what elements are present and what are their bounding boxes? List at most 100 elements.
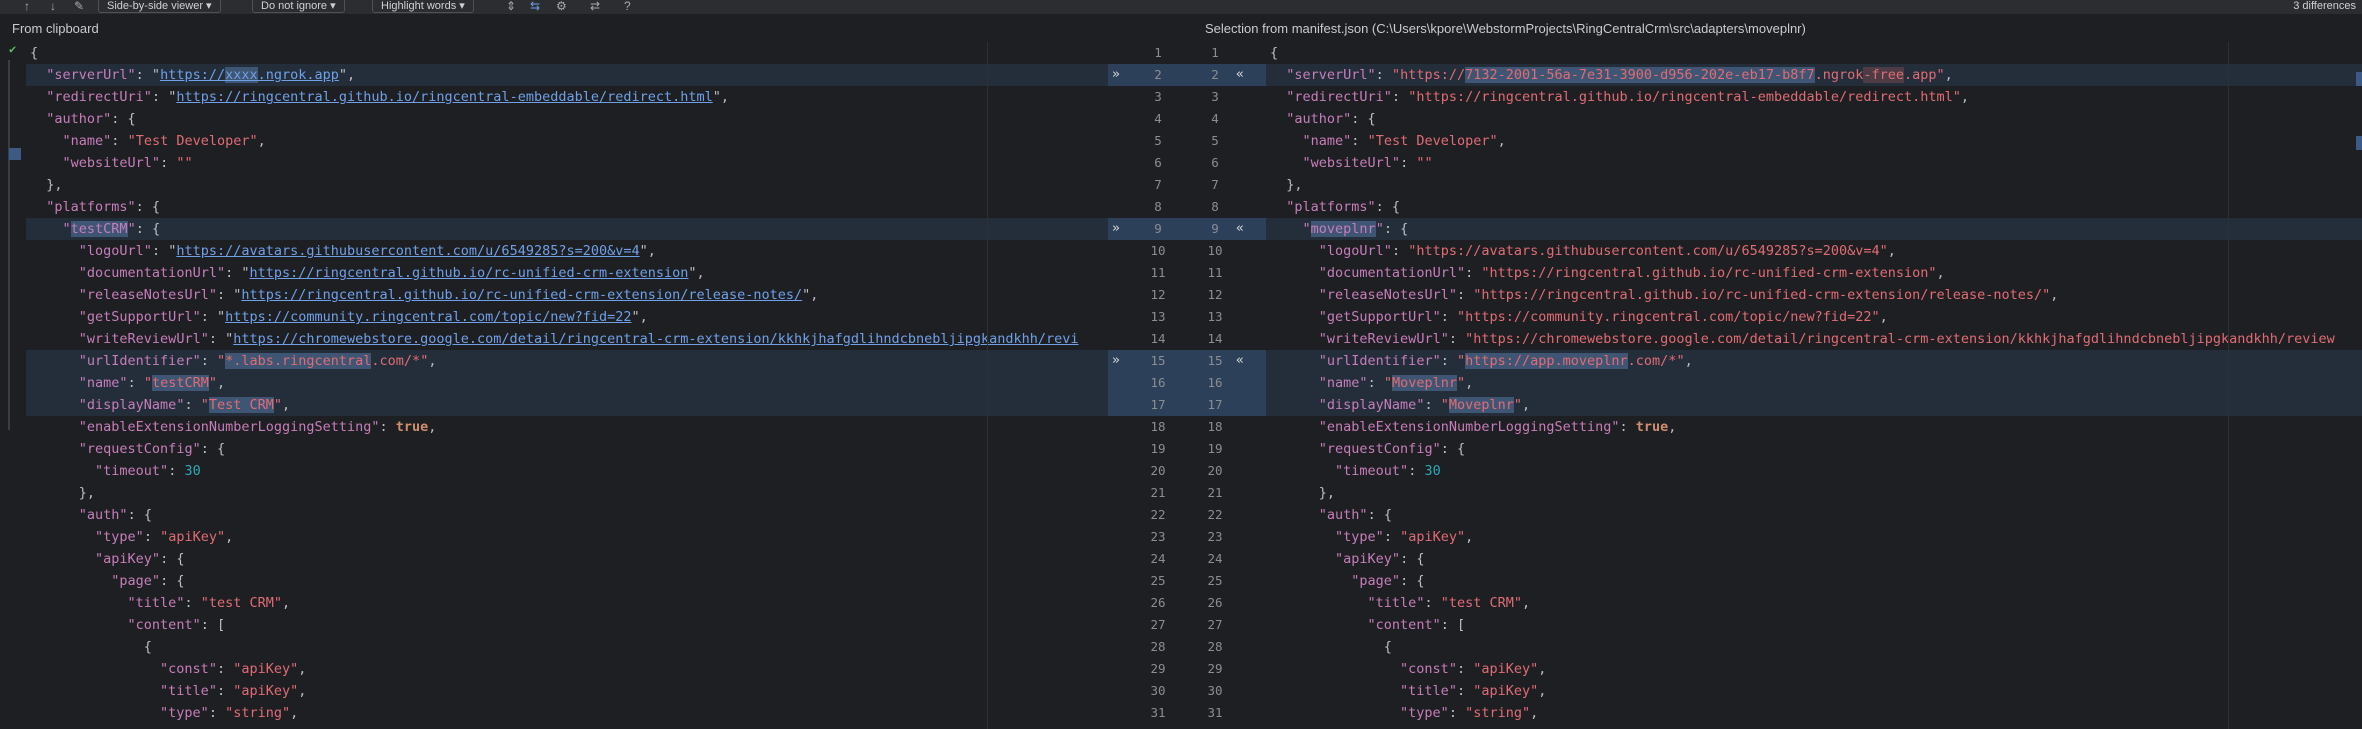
code-token: , bbox=[298, 661, 307, 677]
code-token: : bbox=[184, 397, 201, 413]
code-token: "const" bbox=[1400, 661, 1457, 677]
help-icon[interactable]: ? bbox=[624, 0, 631, 12]
code-token: "displayName" bbox=[78, 397, 185, 413]
apply-left-arrow[interactable]: » bbox=[1112, 218, 1120, 240]
code-token: xxxx bbox=[225, 67, 258, 83]
code-token: https://ringcentral.github.io/rc-unified… bbox=[249, 265, 689, 281]
ignore-label: Do not ignore bbox=[261, 0, 328, 12]
code-line: "platforms": { bbox=[1266, 196, 1400, 218]
code-token: : bbox=[1391, 89, 1409, 105]
code-line: "page": { bbox=[1266, 570, 1424, 592]
code-token: "author" bbox=[46, 111, 112, 127]
code-token: "urlIdentifier" bbox=[1318, 353, 1441, 369]
code-line: "content": [ bbox=[1266, 614, 1466, 636]
code-token: : bbox=[379, 419, 396, 435]
right-pane-header: Selection from manifest.json (C:\Users\k… bbox=[1205, 21, 1806, 36]
code-token: "enableExtensionNumberLoggingSetting" bbox=[1318, 419, 1620, 435]
left-line-number: 30 bbox=[1150, 683, 1166, 698]
code-token: "name" bbox=[78, 375, 128, 391]
left-line-number: 14 bbox=[1150, 331, 1166, 346]
code-token: testCRM bbox=[70, 221, 128, 237]
right-line-number: 19 bbox=[1207, 441, 1223, 456]
right-line-number: 12 bbox=[1207, 287, 1223, 302]
code-token: " bbox=[1456, 353, 1466, 369]
code-line: }, bbox=[26, 482, 95, 504]
code-line: "getSupportUrl": "https://community.ring… bbox=[26, 306, 648, 328]
code-token: https://ringcentral.github.io/rc-unified… bbox=[241, 287, 803, 303]
left-line-number: 12 bbox=[1150, 287, 1166, 302]
code-token: : bbox=[1456, 287, 1474, 303]
apply-right-arrow[interactable]: « bbox=[1236, 350, 1244, 372]
code-token: "content" bbox=[127, 617, 201, 633]
apply-left-arrow[interactable]: » bbox=[1112, 350, 1120, 372]
code-line: "title": "apiKey", bbox=[26, 680, 306, 702]
code-token: " bbox=[1457, 375, 1466, 391]
code-token: "type" bbox=[95, 529, 144, 545]
apply-right-arrow[interactable]: « bbox=[1236, 218, 1244, 240]
up-arrow-icon[interactable]: ↑ bbox=[24, 0, 30, 12]
code-token: , bbox=[225, 529, 234, 545]
code-token: "Test Developer" bbox=[127, 133, 258, 149]
code-token: "apiKey" bbox=[1335, 551, 1401, 567]
left-line-number: 15 bbox=[1150, 353, 1166, 368]
code-token: , bbox=[428, 353, 437, 369]
left-line-number: 18 bbox=[1150, 419, 1166, 434]
code-line: { bbox=[26, 42, 38, 64]
collapse-icon[interactable]: ⇕ bbox=[506, 0, 516, 12]
left-line-number: 3 bbox=[1154, 89, 1162, 104]
code-token: "writeReviewUrl" bbox=[78, 331, 209, 347]
left-editor[interactable]: { "serverUrl": "https://xxxx.ngrok.app",… bbox=[26, 42, 1108, 729]
code-token: : bbox=[216, 683, 234, 699]
code-token: : bbox=[143, 529, 161, 545]
code-token: "serverUrl" bbox=[1286, 67, 1376, 83]
code-token: "displayName" bbox=[1318, 397, 1425, 413]
code-token: "redirectUri" bbox=[46, 89, 152, 105]
right-scroll-marker-1 bbox=[2356, 72, 2362, 86]
right-editor[interactable]: { "serverUrl": "https://7132-2001-56a-7e… bbox=[1266, 42, 2362, 729]
code-token: : { bbox=[200, 441, 226, 457]
left-line-number: 1 bbox=[1154, 45, 1162, 60]
edit-icon[interactable]: ✎ bbox=[74, 0, 84, 12]
ignore-dropdown[interactable]: Do not ignore ▾ bbox=[252, 0, 345, 13]
code-line: "redirectUri": "https://ringcentral.gith… bbox=[1266, 86, 1969, 108]
settings-icon[interactable]: ⚙ bbox=[556, 0, 567, 12]
code-line: "apiKey": { bbox=[26, 548, 184, 570]
code-line: "logoUrl": "https://avatars.githubuserco… bbox=[1266, 240, 1896, 262]
code-token: moveplnr bbox=[1310, 221, 1376, 237]
code-token: .com/*" bbox=[1627, 353, 1685, 369]
right-line-number: 15 bbox=[1207, 353, 1223, 368]
apply-left-arrow[interactable]: » bbox=[1112, 64, 1120, 86]
code-token: , bbox=[298, 683, 307, 699]
code-token: "page" bbox=[111, 573, 161, 589]
code-token: "https://ringcentral.github.io/rc-unifie… bbox=[1473, 287, 2051, 303]
highlight-dropdown[interactable]: Highlight words ▾ bbox=[372, 0, 474, 13]
code-line: { bbox=[1266, 42, 1278, 64]
code-token: : { bbox=[160, 551, 185, 567]
code-line: "websiteUrl": "" bbox=[1266, 152, 1433, 174]
code-token: "name" bbox=[62, 133, 112, 149]
code-token: "page" bbox=[1351, 573, 1401, 589]
apply-right-arrow[interactable]: « bbox=[1236, 64, 1244, 86]
code-token: "releaseNotesUrl" bbox=[1318, 287, 1457, 303]
code-line: "writeReviewUrl": "https://chromewebstor… bbox=[26, 328, 1079, 350]
code-line: "redirectUri": "https://ringcentral.gith… bbox=[26, 86, 729, 108]
code-line: "writeReviewUrl": "https://chromewebstor… bbox=[1266, 328, 2335, 350]
diff-count: 3 differences bbox=[2293, 0, 2356, 12]
left-line-number: 21 bbox=[1150, 485, 1166, 500]
code-token: testCRM bbox=[151, 375, 209, 391]
swap-icon[interactable]: ⇄ bbox=[590, 0, 600, 12]
code-token: : { bbox=[1383, 221, 1409, 237]
down-arrow-icon[interactable]: ↓ bbox=[50, 0, 56, 12]
viewer-dropdown[interactable]: Side-by-side viewer ▾ bbox=[98, 0, 221, 13]
code-line: "logoUrl": "https://avatars.githubuserco… bbox=[26, 240, 656, 262]
right-line-number: 10 bbox=[1207, 243, 1223, 258]
sync-scroll-icon[interactable]: ⇆ bbox=[530, 0, 540, 12]
left-line-number: 20 bbox=[1150, 463, 1166, 478]
code-line: "auth": { bbox=[26, 504, 152, 526]
